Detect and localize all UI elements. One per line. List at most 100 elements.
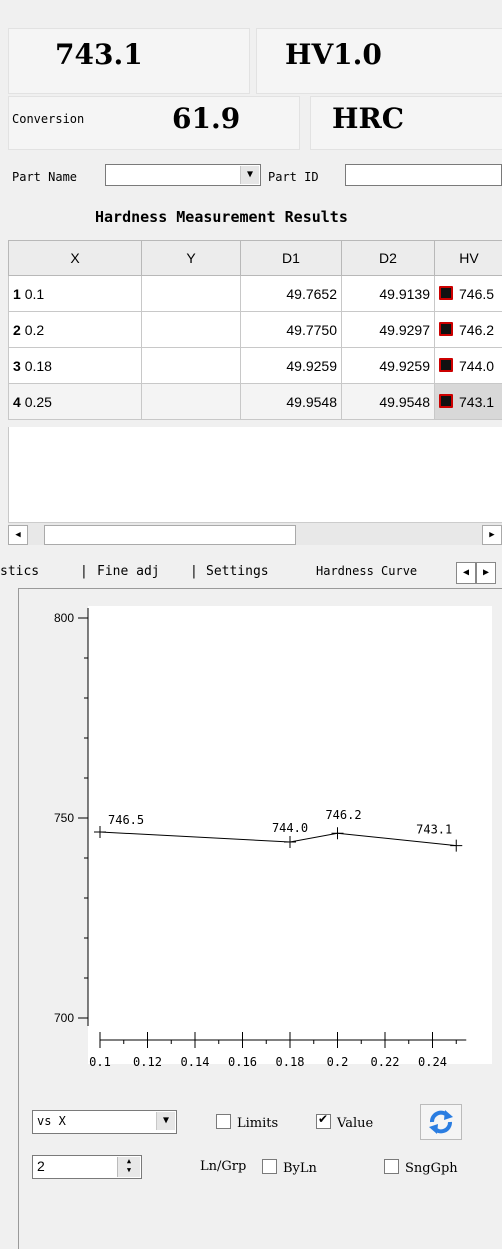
d1-cell[interactable]: 49.9548 <box>241 384 342 420</box>
tab-separator: | <box>80 564 88 579</box>
data-label: 746.2 <box>325 808 361 822</box>
table-row[interactable]: 2 0.2 49.7750 49.9297 746.2 <box>9 312 502 348</box>
limits-checkbox[interactable]: Limits <box>216 1114 278 1131</box>
scrollbar-thumb[interactable] <box>44 525 296 545</box>
table-horizontal-scrollbar[interactable]: ◀ ▶ <box>8 522 502 545</box>
x-value: 0.18 <box>25 358 52 374</box>
y-cell[interactable] <box>142 312 241 348</box>
x-value: 0.25 <box>25 394 52 410</box>
status-dot-icon <box>439 394 453 408</box>
sngph-label: SngGph <box>405 1161 458 1176</box>
table-row[interactable]: 4 0.25 49.9548 49.9548 743.1 <box>9 384 502 420</box>
d1-cell[interactable]: 49.9259 <box>241 348 342 384</box>
column-header-x[interactable]: X <box>9 241 142 276</box>
x-cell[interactable]: 3 0.18 <box>9 348 142 384</box>
part-id-field[interactable] <box>345 164 502 186</box>
hv-cell[interactable]: 746.2 <box>435 312 502 348</box>
tab-scroll-right-icon[interactable]: ▶ <box>476 562 496 584</box>
spin-down-icon[interactable]: ▼ <box>118 1166 140 1175</box>
scroll-right-arrow-icon[interactable]: ▶ <box>482 525 502 545</box>
byln-checkbox-box[interactable] <box>262 1159 277 1174</box>
x-tick-label: 0.1 <box>89 1055 111 1069</box>
hardness-scale: HV1.0 <box>285 38 382 71</box>
table-row[interactable]: 3 0.18 49.9259 49.9259 744.0 <box>9 348 502 384</box>
data-label: 744.0 <box>272 821 308 835</box>
tab-statistics[interactable]: stics <box>0 564 39 579</box>
column-header-hv[interactable]: HV <box>435 241 502 276</box>
value-checkbox[interactable]: ✔ Value <box>316 1114 373 1131</box>
row-number: 2 <box>13 322 21 338</box>
column-header-d2[interactable]: D2 <box>342 241 435 276</box>
refresh-button[interactable] <box>420 1104 462 1140</box>
d1-cell[interactable]: 49.7652 <box>241 276 342 312</box>
spin-buttons[interactable]: ▲ ▼ <box>117 1157 140 1177</box>
tab-fine-adj[interactable]: Fine adj <box>97 564 160 579</box>
hv-cell[interactable]: 744.0 <box>435 348 502 384</box>
mode-select[interactable]: vs X ▼ <box>32 1110 177 1134</box>
d1-cell[interactable]: 49.7750 <box>241 312 342 348</box>
d2-cell[interactable]: 49.9548 <box>342 384 435 420</box>
tab-hardness-curve[interactable]: Hardness Curve <box>316 564 417 578</box>
x-cell[interactable]: 4 0.25 <box>9 384 142 420</box>
part-name-select[interactable]: ▼ <box>105 164 261 186</box>
d2-cell[interactable]: 49.9139 <box>342 276 435 312</box>
conversion-value: 61.9 <box>172 102 240 135</box>
table-row[interactable]: 1 0.1 49.7652 49.9139 746.5 <box>9 276 502 312</box>
x-cell[interactable]: 2 0.2 <box>9 312 142 348</box>
y-cell[interactable] <box>142 384 241 420</box>
chevron-down-icon[interactable]: ▼ <box>156 1112 175 1130</box>
results-table: X Y D1 D2 HV 1 0.1 49.7652 49.9139 746.5… <box>8 240 502 420</box>
conversion-scale: HRC <box>332 102 404 135</box>
part-name-label: Part Name <box>12 170 77 184</box>
y-cell[interactable] <box>142 348 241 384</box>
x-tick-label: 0.12 <box>133 1055 162 1069</box>
lngrp-label: Ln/Grp <box>200 1159 246 1174</box>
column-header-d1[interactable]: D1 <box>241 241 342 276</box>
x-tick-label: 0.22 <box>371 1055 400 1069</box>
chevron-down-icon[interactable]: ▼ <box>240 166 259 184</box>
hv-value: 746.5 <box>459 286 494 302</box>
value-checkbox-box[interactable]: ✔ <box>316 1114 331 1129</box>
byln-checkbox[interactable]: ByLn <box>262 1159 317 1176</box>
sngph-checkbox-box[interactable] <box>384 1159 399 1174</box>
hv-value: 746.2 <box>459 322 494 338</box>
status-dot-icon <box>439 358 453 372</box>
tab-scroll-left-icon[interactable]: ◀ <box>456 562 476 584</box>
hv-value: 744.0 <box>459 358 494 374</box>
table-empty-area <box>8 427 502 522</box>
x-tick-label: 0.18 <box>276 1055 305 1069</box>
results-title: Hardness Measurement Results <box>95 208 348 226</box>
tab-separator: | <box>190 564 198 579</box>
row-number: 1 <box>13 286 21 302</box>
hv-cell[interactable]: 743.1 <box>435 384 502 420</box>
y-tick-label: 800 <box>54 611 74 625</box>
status-dot-icon <box>439 286 453 300</box>
x-cell[interactable]: 1 0.1 <box>9 276 142 312</box>
hardness-curve-chart: 8007507000.10.120.140.160.180.20.220.247… <box>18 588 502 1108</box>
spin-value: 2 <box>37 1158 45 1174</box>
row-number: 4 <box>13 394 21 410</box>
x-tick-label: 0.24 <box>418 1055 447 1069</box>
sngph-checkbox[interactable]: SngGph <box>384 1159 458 1176</box>
d2-cell[interactable]: 49.9259 <box>342 348 435 384</box>
hv-cell[interactable]: 746.5 <box>435 276 502 312</box>
limits-checkbox-box[interactable] <box>216 1114 231 1129</box>
column-header-y[interactable]: Y <box>142 241 241 276</box>
spin-up-icon[interactable]: ▲ <box>118 1157 140 1166</box>
x-tick-label: 0.2 <box>327 1055 349 1069</box>
x-value: 0.2 <box>25 322 44 338</box>
y-cell[interactable] <box>142 276 241 312</box>
tab-bar: stics | Fine adj | Settings Hardness Cur… <box>0 558 502 588</box>
y-tick-label: 750 <box>54 811 74 825</box>
byln-label: ByLn <box>283 1161 317 1176</box>
data-label: 743.1 <box>416 823 452 837</box>
spin-field[interactable]: 2 ▲ ▼ <box>32 1155 142 1179</box>
status-dot-icon <box>439 322 453 336</box>
tab-settings[interactable]: Settings <box>206 564 269 579</box>
hardness-value: 743.1 <box>55 38 143 71</box>
d2-cell[interactable]: 49.9297 <box>342 312 435 348</box>
refresh-icon <box>421 1105 461 1139</box>
value-label: Value <box>337 1116 373 1131</box>
hv-value: 743.1 <box>459 394 494 410</box>
scroll-left-arrow-icon[interactable]: ◀ <box>8 525 28 545</box>
